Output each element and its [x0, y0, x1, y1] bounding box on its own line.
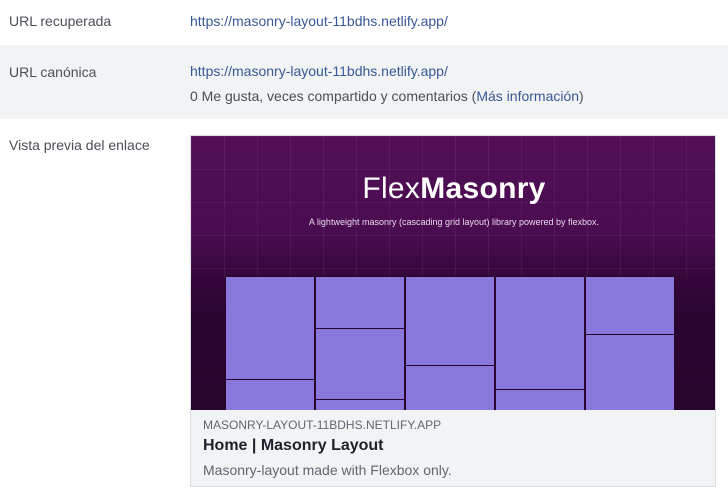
- engagement-stats-text: 0 Me gusta, veces compartido y comentari…: [190, 88, 477, 104]
- preview-tagline: A lightweight masonry (cascading grid la…: [308, 217, 600, 227]
- masonry-tile: [495, 389, 585, 410]
- masonry-tile: [315, 328, 405, 400]
- fetched-url-row: URL recuperada https://masonry-layout-11…: [0, 0, 728, 45]
- brand-light-text: Flex: [362, 172, 421, 205]
- masonry-tile: [495, 276, 585, 390]
- preview-title: Home | Masonry Layout: [203, 437, 384, 454]
- preview-image-header: FlexMasonry A lightweight masonry (casca…: [191, 136, 715, 278]
- canonical-url-link[interactable]: https://masonry-layout-11bdhs.netlify.ap…: [190, 63, 448, 79]
- engagement-stats-close: ): [579, 88, 584, 104]
- engagement-stats: 0 Me gusta, veces compartido y comentari…: [190, 88, 584, 104]
- preview-description: Masonry-layout made with Flexbox only.: [203, 462, 452, 478]
- masonry-tile: [405, 276, 495, 366]
- canonical-url-label: URL canónica: [9, 64, 97, 80]
- link-preview-row: Vista previa del enlace FlexMasonry A li…: [0, 119, 728, 497]
- preview-image-grid-pattern: [191, 136, 715, 278]
- fetched-url-link[interactable]: https://masonry-layout-11bdhs.netlify.ap…: [190, 13, 448, 29]
- masonry-tile: [405, 365, 495, 410]
- canonical-url-row: URL canónica https://masonry-layout-11bd…: [0, 45, 728, 119]
- link-preview-card[interactable]: FlexMasonry A lightweight masonry (casca…: [190, 135, 716, 487]
- more-info-link[interactable]: Más información: [476, 88, 579, 104]
- link-preview-label: Vista previa del enlace: [9, 137, 150, 153]
- masonry-tile: [225, 276, 315, 380]
- fetched-url-label: URL recuperada: [9, 13, 112, 29]
- masonry-tile: [315, 399, 405, 410]
- brand-bold-text: Masonry: [420, 172, 546, 205]
- preview-card-text: MASONRY-LAYOUT-11BDHS.NETLIFY.APP Home |…: [191, 410, 715, 486]
- masonry-tile: [585, 334, 675, 410]
- preview-domain: MASONRY-LAYOUT-11BDHS.NETLIFY.APP: [203, 418, 442, 432]
- masonry-tile: [225, 379, 315, 410]
- preview-image: FlexMasonry A lightweight masonry (casca…: [191, 136, 715, 410]
- masonry-tile: [315, 276, 405, 329]
- masonry-tile: [585, 276, 675, 335]
- preview-brand-logo: FlexMasonry: [191, 172, 715, 206]
